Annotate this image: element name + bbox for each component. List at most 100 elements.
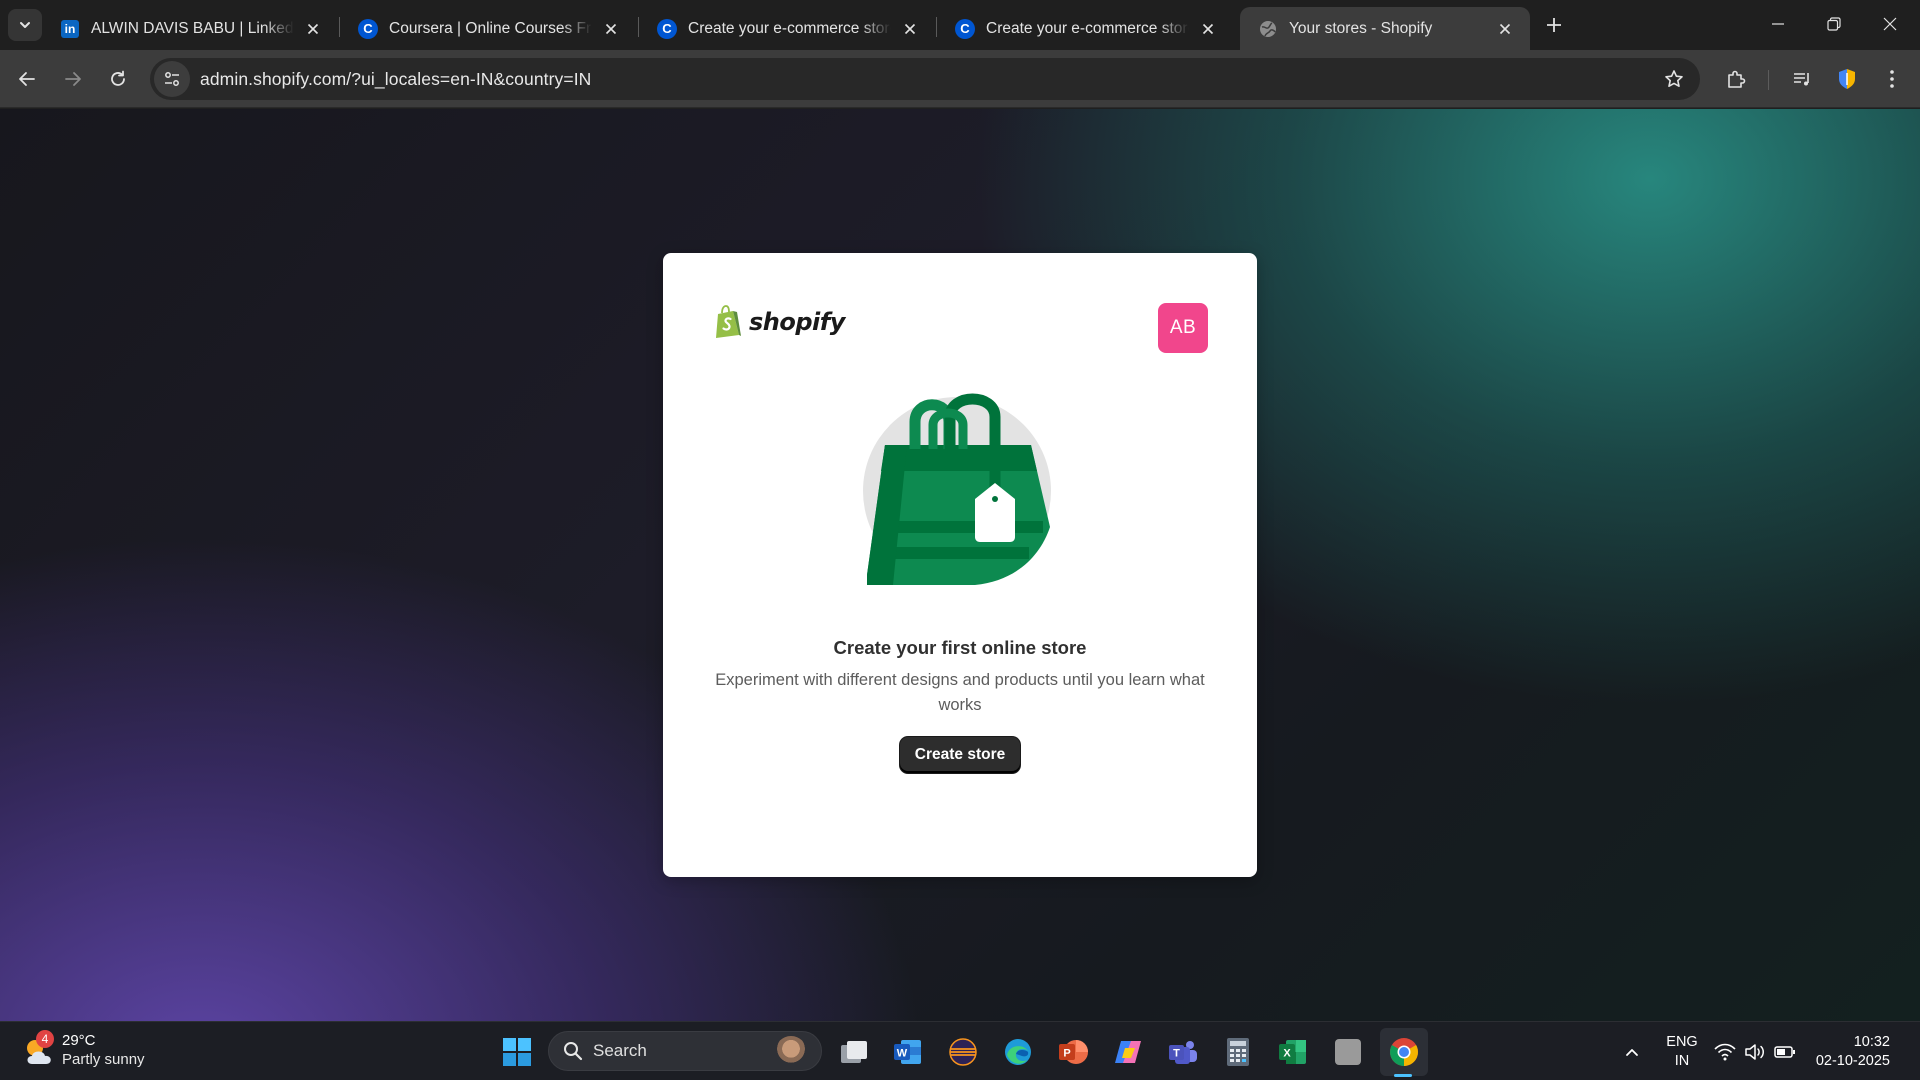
generic-app-button[interactable] (1328, 1032, 1368, 1072)
word-icon: W (894, 1040, 921, 1064)
calculator-button[interactable] (1218, 1032, 1258, 1072)
toolbar-divider (1768, 70, 1769, 90)
weather-widget[interactable]: 4 29°C Partly sunny (22, 1029, 145, 1069)
excel-button[interactable]: X (1273, 1032, 1313, 1072)
arrow-right-icon (65, 72, 81, 86)
quick-settings-button[interactable] (1710, 1032, 1800, 1072)
globe-icon (1258, 19, 1278, 39)
close-tab-button[interactable] (897, 16, 923, 42)
reload-icon (111, 70, 125, 86)
clock[interactable]: 10:32 02-10-2025 (1810, 1033, 1890, 1071)
close-icon (307, 23, 319, 34)
start-button[interactable] (497, 1032, 537, 1072)
create-store-card: shopify AB Create your first online stor… (663, 253, 1257, 877)
puzzle-icon (1728, 70, 1746, 88)
tab-linkedin[interactable]: in ALWIN DAVIS BABU | LinkedIn (42, 7, 338, 50)
shopify-wordmark: shopify (749, 308, 845, 336)
back-button[interactable] (9, 61, 45, 97)
close-tab-button[interactable] (1492, 16, 1518, 42)
chrome-icon (1390, 1038, 1418, 1066)
task-view-icon (841, 1041, 867, 1063)
word-button[interactable]: W (888, 1032, 928, 1072)
page-viewport: shopify AB Create your first online stor… (0, 109, 1920, 1021)
powerpoint-icon: P (1059, 1040, 1088, 1064)
url-text[interactable]: admin.shopify.com/?ui_locales=en-IN&coun… (200, 69, 591, 90)
minimize-button[interactable] (1750, 0, 1806, 48)
svg-text:P: P (1063, 1048, 1070, 1060)
close-icon (605, 23, 617, 34)
svg-text:W: W (897, 1048, 908, 1060)
show-hidden-icons-button[interactable] (1612, 1032, 1652, 1072)
search-icon (564, 1042, 583, 1061)
chrome-button[interactable] (1384, 1032, 1424, 1072)
edge-icon (1005, 1039, 1031, 1065)
close-tab-button[interactable] (1195, 16, 1221, 42)
teams-icon: T (1169, 1041, 1197, 1064)
coursera-icon: C (657, 18, 677, 39)
task-view-button[interactable] (834, 1032, 874, 1072)
blank-app-icon (1335, 1039, 1361, 1065)
page-heading: Create your first online store (833, 637, 1087, 658)
svg-text:T: T (1173, 1048, 1180, 1060)
user-avatar[interactable]: AB (1158, 303, 1208, 353)
search-highlight-image (775, 1036, 807, 1068)
close-tab-button[interactable] (300, 16, 326, 42)
coursera-icon: C (358, 18, 378, 39)
plus-icon (1547, 18, 1561, 32)
forward-button[interactable] (55, 61, 91, 97)
tab-coursera[interactable]: C Coursera | Online Courses From (340, 7, 636, 50)
chevron-up-icon (1626, 1049, 1638, 1056)
extensions-button[interactable] (1718, 61, 1754, 97)
profile-shield-icon (1839, 69, 1855, 89)
new-tab-button[interactable] (1540, 11, 1568, 39)
excel-icon: X (1279, 1040, 1306, 1064)
site-info-button[interactable] (154, 61, 190, 97)
close-icon (1499, 23, 1511, 34)
tab-title: Create your e-commerce store w (688, 19, 891, 37)
language-code: ENG (1666, 1034, 1698, 1050)
address-bar[interactable]: admin.shopify.com/?ui_locales=en-IN&coun… (150, 58, 1700, 100)
tab-search-button[interactable] (8, 9, 42, 41)
tab-create-store-2[interactable]: C Create your e-commerce store w (937, 7, 1233, 50)
restore-button[interactable] (1806, 0, 1862, 48)
close-window-button[interactable] (1862, 0, 1918, 48)
page-description: Experiment with different designs and pr… (715, 671, 1205, 714)
tab-title: Create your e-commerce store w (986, 19, 1189, 37)
windows-taskbar: 4 29°C Partly sunny Search W P T X ENG I… (0, 1021, 1920, 1080)
teams-button[interactable]: T (1163, 1032, 1203, 1072)
weather-temperature: 29°C (62, 1032, 96, 1049)
create-store-button[interactable]: Create store (900, 737, 1020, 773)
bookmark-button[interactable] (1662, 67, 1686, 91)
close-icon (1883, 17, 1897, 31)
copilot-button[interactable] (1108, 1032, 1148, 1072)
close-icon (1202, 23, 1214, 34)
media-controls-button[interactable] (1784, 61, 1820, 97)
tab-create-store-1[interactable]: C Create your e-commerce store w (639, 7, 935, 50)
edge-button[interactable] (998, 1032, 1038, 1072)
queue-music-icon (1794, 73, 1809, 86)
chrome-menu-button[interactable] (1874, 61, 1910, 97)
profile-button[interactable] (1829, 61, 1865, 97)
volume-icon (1745, 1044, 1764, 1060)
language-indicator[interactable]: ENG IN (1660, 1033, 1704, 1071)
taskbar-search[interactable]: Search (548, 1031, 822, 1071)
powerpoint-button[interactable]: P (1053, 1032, 1093, 1072)
arrow-left-icon (19, 72, 35, 86)
chevron-down-icon (20, 22, 30, 28)
tab-shopify-stores[interactable]: Your stores - Shopify (1240, 7, 1530, 50)
shopify-logo[interactable]: shopify (713, 305, 845, 339)
close-tab-button[interactable] (598, 16, 624, 42)
eclipse-button[interactable] (943, 1032, 983, 1072)
close-icon (904, 23, 916, 34)
partly-sunny-icon: 4 (22, 1029, 56, 1068)
reload-button[interactable] (100, 61, 136, 97)
active-app-indicator (1394, 1074, 1412, 1077)
calculator-icon (1227, 1038, 1249, 1066)
restore-icon (1827, 17, 1841, 31)
linkedin-icon: in (60, 19, 80, 39)
tab-title: Your stores - Shopify (1289, 19, 1433, 37)
weather-condition: Partly sunny (62, 1051, 145, 1068)
browser-toolbar: admin.shopify.com/?ui_locales=en-IN&coun… (0, 50, 1920, 108)
region-code: IN (1674, 1053, 1690, 1069)
coursera-icon: C (955, 18, 975, 39)
